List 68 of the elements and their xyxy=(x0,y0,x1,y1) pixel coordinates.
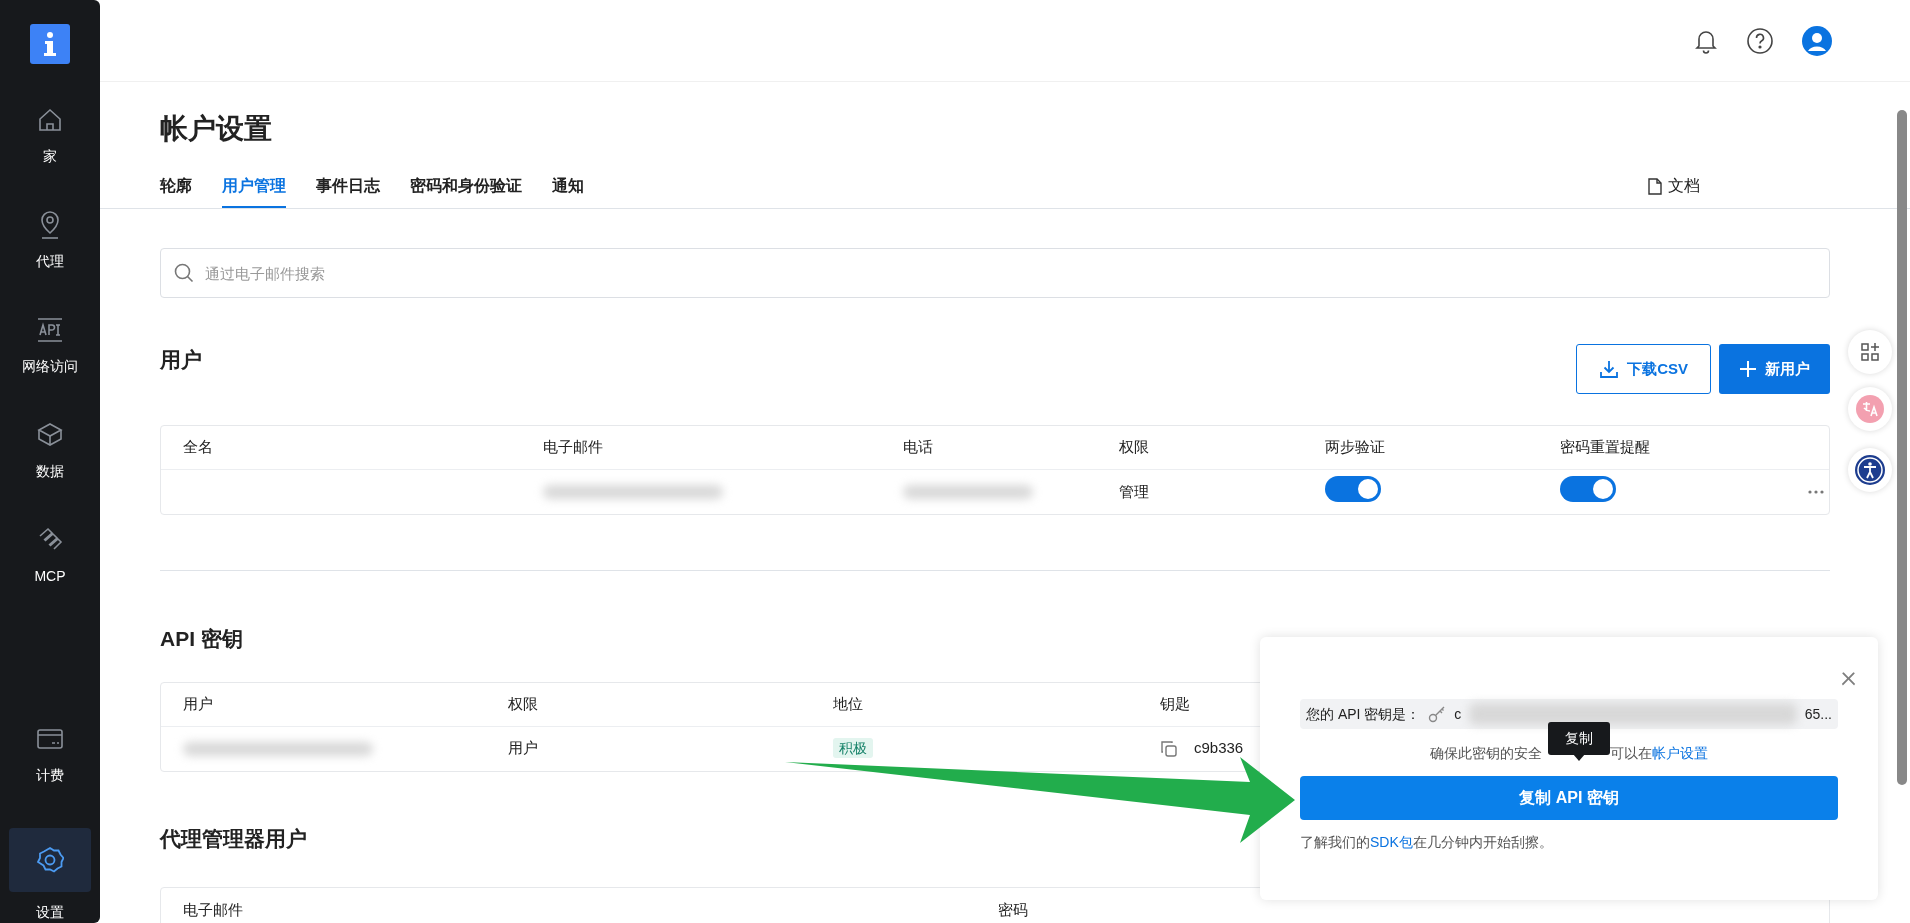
api-key-text: 65... xyxy=(1804,704,1832,724)
column-header: 用户 xyxy=(183,694,213,712)
api-key-text: c xyxy=(1454,704,1462,724)
sidebar-item[interactable]: 数据 xyxy=(9,411,91,486)
tab[interactable]: 密码和身份验证 xyxy=(410,174,522,208)
tab[interactable]: 事件日志 xyxy=(316,174,380,208)
sidebar-item[interactable]: 计费 xyxy=(9,715,91,790)
table-cell-text: 用户 xyxy=(507,738,539,759)
section-title: API 密钥 xyxy=(160,626,243,652)
note-text: 确保此密钥的安全 xyxy=(1430,744,1542,763)
column-header: 两步验证 xyxy=(1325,438,1385,456)
column-header: 全名 xyxy=(183,438,213,456)
column-header: 密码重置提醒 xyxy=(1560,438,1650,456)
toggle-switch[interactable] xyxy=(1325,476,1381,503)
search-field[interactable]: 通过电子邮件搜索 xyxy=(160,248,1830,298)
scrollbar[interactable] xyxy=(1897,110,1907,785)
tooltip: 复制 xyxy=(1548,722,1610,755)
column-header: 电话 xyxy=(903,438,933,456)
column-header: 地位 xyxy=(833,694,863,712)
logo-icon[interactable] xyxy=(30,24,70,64)
plus-icon xyxy=(1739,360,1757,378)
table-cell-text: 管理 xyxy=(1118,481,1150,502)
sidebar-item[interactable]: 代理 xyxy=(9,201,91,276)
layers-icon xyxy=(36,421,64,449)
avatar-icon[interactable] xyxy=(1802,25,1832,56)
column-header: 权限 xyxy=(1119,438,1149,456)
more-icon[interactable] xyxy=(1808,490,1824,494)
page-title: 帐户设置 xyxy=(160,112,273,146)
note-text: 可以在 xyxy=(1610,744,1652,763)
footer-text: 了解我们的SDK包在几分钟内开始刮擦。 xyxy=(1300,833,1554,852)
toggle-switch[interactable] xyxy=(1560,476,1616,503)
key-icon xyxy=(1428,705,1447,723)
help-icon[interactable] xyxy=(1746,26,1774,55)
tooltip-pointer xyxy=(1573,754,1585,761)
sdk-link[interactable]: SDK包 xyxy=(1370,834,1413,850)
download-icon xyxy=(1599,359,1620,379)
tab[interactable]: 通知 xyxy=(552,174,584,208)
api-icon xyxy=(36,317,64,343)
location-pin-icon xyxy=(38,211,62,239)
tab[interactable]: 轮廓 xyxy=(160,174,192,208)
document-icon xyxy=(1648,177,1662,195)
sidebar-item[interactable]: 家 xyxy=(9,96,91,171)
copy-icon[interactable] xyxy=(1160,739,1178,758)
close-icon[interactable] xyxy=(1840,671,1856,687)
download-csv-button[interactable]: 下载CSV xyxy=(1576,344,1711,394)
apps-icon[interactable] xyxy=(1848,330,1892,374)
accessibility-icon[interactable] xyxy=(1848,448,1892,492)
sidebar-item[interactable]: MCP xyxy=(9,516,91,591)
account-settings-link[interactable]: 帐户设置 xyxy=(1652,743,1708,764)
section-title: 用户 xyxy=(160,347,202,373)
new-user-button[interactable]: 新用户 xyxy=(1719,344,1830,394)
column-header: 钥匙 xyxy=(1160,694,1190,712)
tab[interactable]: 用户管理 xyxy=(222,174,286,208)
sidebar-item[interactable]: 网络访问 xyxy=(9,306,91,381)
settings-icon xyxy=(36,846,64,874)
card-icon xyxy=(36,727,64,751)
column-header: 电子邮件 xyxy=(543,438,603,456)
column-header: 电子邮件 xyxy=(183,900,243,918)
section-title: 代理管理器用户 xyxy=(160,825,307,852)
docs-link[interactable]: 文档 xyxy=(1648,174,1700,208)
column-header: 密码 xyxy=(998,900,1028,918)
search-icon xyxy=(174,263,194,283)
column-header: 权限 xyxy=(508,694,538,712)
field-label: 您的 API 密钥是： xyxy=(1306,704,1421,724)
api-key-text: c9b336 xyxy=(1194,738,1244,759)
copy-api-key-button[interactable]: 复制 API 密钥 xyxy=(1300,776,1838,820)
status-badge: 积极 xyxy=(833,738,873,759)
home-icon xyxy=(37,107,63,133)
